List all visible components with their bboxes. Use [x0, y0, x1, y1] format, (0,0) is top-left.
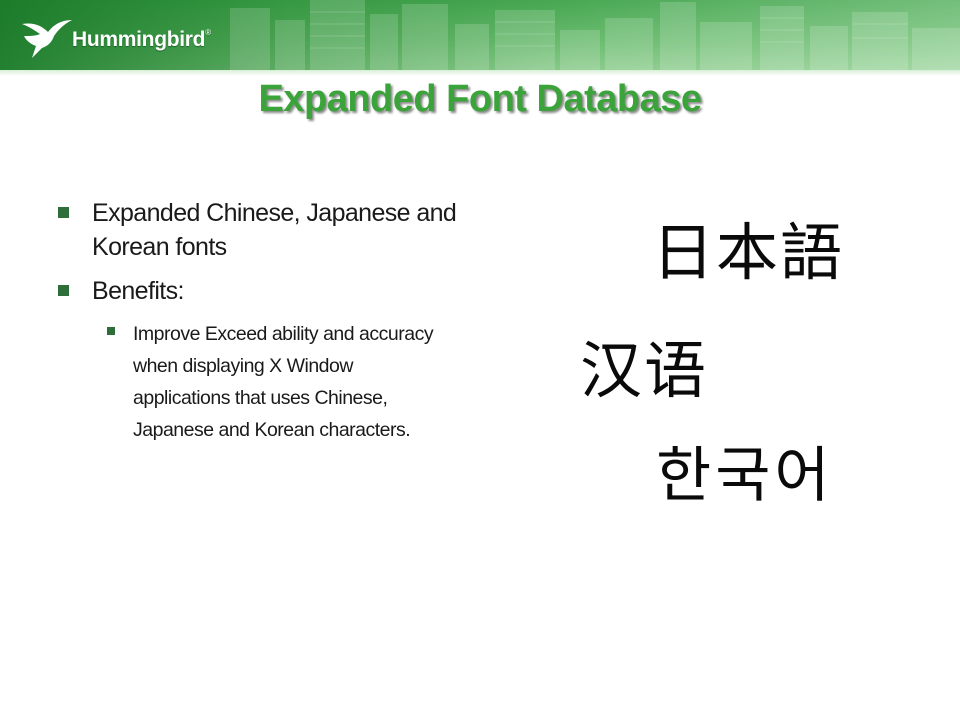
- square-bullet-icon: [58, 207, 69, 218]
- korean-sample: 한국어: [656, 441, 834, 511]
- sub-bullet-item: Improve Exceed ability and accuracy when…: [107, 318, 478, 446]
- japanese-sample: 日本語: [652, 216, 845, 289]
- bullet-list: Expanded Chinese, Japanese and Korean fo…: [58, 196, 478, 446]
- bullet-text: Benefits:: [92, 277, 184, 305]
- bullet-text: Expanded Chinese, Japanese and Korean fo…: [92, 199, 457, 261]
- square-bullet-icon: [58, 285, 69, 296]
- chinese-sample: 汉语: [580, 334, 709, 407]
- small-square-bullet-icon: [107, 327, 115, 335]
- hummingbird-logo: Hummingbird®: [18, 14, 211, 60]
- bullet-item: Benefits:: [58, 274, 478, 308]
- banner-divider: [0, 70, 960, 76]
- registered-mark: ®: [205, 28, 211, 37]
- slide-title: Expanded Font Database: [258, 78, 702, 120]
- brand-name: Hummingbird®: [72, 28, 211, 51]
- header-banner: Hummingbird®: [0, 0, 960, 76]
- sub-bullet-text: Improve Exceed ability and accuracy when…: [133, 323, 434, 441]
- hummingbird-icon: [22, 20, 72, 58]
- bullet-item: Expanded Chinese, Japanese and Korean fo…: [58, 196, 478, 264]
